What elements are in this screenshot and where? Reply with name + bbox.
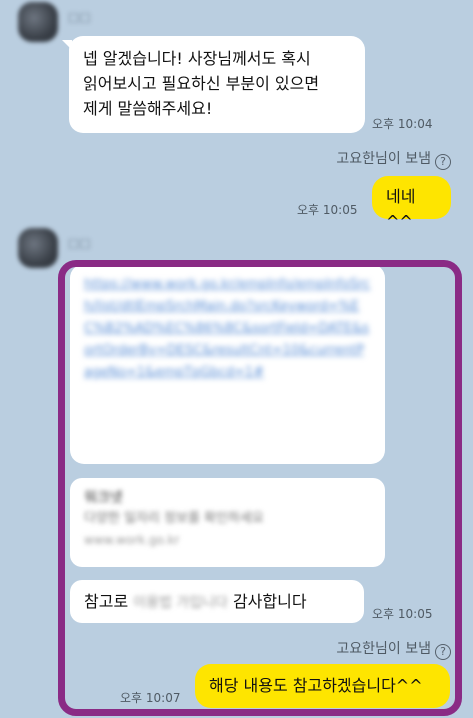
link-message-bubble[interactable]: https://www.work.go.kr/empInfo/empInfoSr…	[70, 264, 385, 464]
sent-by-label: 고요한님이 보냄?	[336, 638, 451, 660]
link-preview-card[interactable]: 워크넷 다양한 일자리 정보를 확인하세요 www.work.go.kr	[70, 478, 385, 567]
sent-by-text: 고요한님이 보냄	[336, 151, 431, 167]
message-text-blurred: 이용법 가입니다	[133, 595, 228, 611]
link-url[interactable]: https://www.work.go.kr/empInfo/empInfoSr…	[84, 274, 371, 384]
sent-by-text: 고요한님이 보냄	[336, 641, 431, 657]
message-text-suffix: 감사합니다	[227, 592, 307, 611]
message-time: 오후 10:05	[297, 203, 358, 217]
info-circle-icon[interactable]: ?	[435, 154, 451, 170]
sender-name: □□	[68, 236, 91, 250]
message-text: 해당 내용도 참고하겠습니다^^	[209, 676, 423, 695]
sent-by-label: 고요한님이 보냄?	[336, 148, 451, 170]
preview-description: 다양한 일자리 정보를 확인하세요	[84, 511, 264, 526]
avatar[interactable]	[18, 2, 58, 42]
message-bubble[interactable]: 참고로 이용법 가입니다 감사합니다	[70, 580, 364, 623]
my-message-bubble[interactable]: 해당 내용도 참고하겠습니다^^	[195, 664, 450, 708]
message-time: 오후 10:07	[120, 691, 181, 705]
preview-url: www.work.go.kr	[84, 533, 180, 547]
message-time: 오후 10:04	[372, 117, 433, 131]
message-line: 제게 말씀해주세요!	[83, 99, 213, 118]
preview-title: 워크넷	[84, 490, 123, 506]
sender-name: □□	[68, 10, 91, 24]
info-circle-icon[interactable]: ?	[435, 644, 451, 660]
message-bubble[interactable]: 넵 알겠습니다! 사장님께서도 혹시 읽어보시고 필요하신 부분이 있으면 제게…	[69, 36, 365, 133]
message-line: 읽어보시고 필요하신 부분이 있으면	[83, 74, 320, 93]
message-text-prefix: 참고로	[84, 592, 134, 611]
avatar[interactable]	[18, 228, 58, 268]
message-line: 넵 알겠습니다! 사장님께서도 혹시	[83, 49, 311, 68]
message-text: 네네^^	[386, 187, 416, 231]
message-time: 오후 10:05	[372, 607, 433, 621]
my-message-bubble[interactable]: 네네^^	[372, 176, 451, 231]
